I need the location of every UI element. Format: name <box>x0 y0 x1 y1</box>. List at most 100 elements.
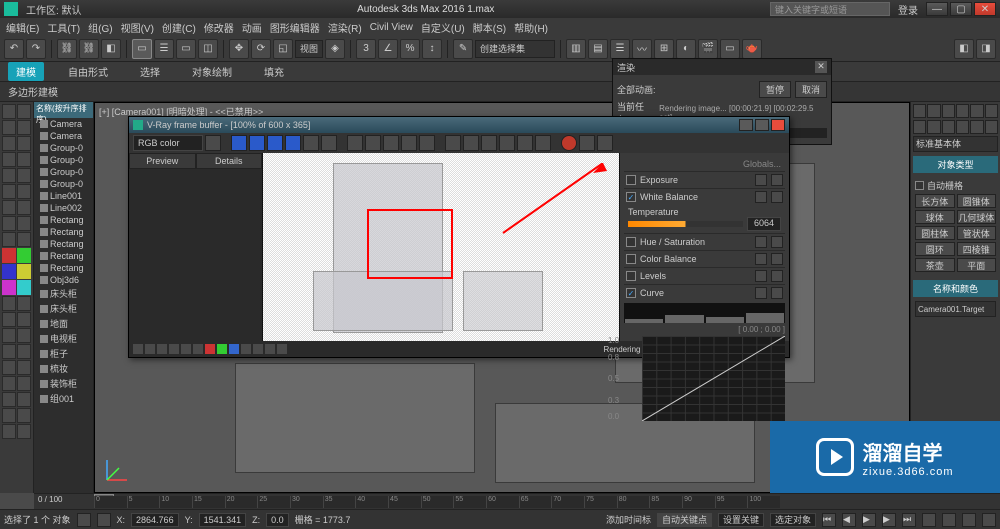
coord-x-field[interactable]: 2864.766 <box>131 513 179 527</box>
ltool-22[interactable] <box>17 312 31 327</box>
percent-snap[interactable]: % <box>400 39 420 59</box>
explorer-item[interactable]: Rectang <box>34 226 93 238</box>
snap-toggle[interactable]: 3 <box>356 39 376 59</box>
vfb-channel-dropdown[interactable]: RGB color <box>133 135 203 151</box>
cc-levels-expand-icon[interactable] <box>771 270 783 282</box>
ribbon-tab-selection[interactable]: 选择 <box>132 62 168 81</box>
named-sel-edit[interactable]: ✎ <box>453 39 473 59</box>
cc-whitebalance-checkbox[interactable] <box>626 192 636 202</box>
explorer-item[interactable]: Line002 <box>34 202 93 214</box>
ltool-6[interactable] <box>17 136 31 151</box>
scene-explorer[interactable]: 名称(按升序排序) CameraCameraGroup-0Group-0Grou… <box>34 102 94 493</box>
ltool-29[interactable] <box>2 376 16 391</box>
explorer-item[interactable]: Group-0 <box>34 166 93 178</box>
play-end-icon[interactable]: ⏭ <box>902 513 916 527</box>
ltool-8[interactable] <box>17 152 31 167</box>
ltool-15[interactable] <box>2 216 16 231</box>
vfb-clone-icon[interactable] <box>419 135 435 151</box>
ltool-12[interactable] <box>17 184 31 199</box>
ltool-17[interactable] <box>2 232 16 247</box>
ltool-10[interactable] <box>17 168 31 183</box>
ltool-27[interactable] <box>2 360 16 375</box>
vfb-region-icon[interactable] <box>463 135 479 151</box>
vfb-render-last-icon[interactable] <box>579 135 595 151</box>
cc-exposure-expand-icon[interactable] <box>771 174 783 186</box>
cc-curve-editor[interactable] <box>642 336 785 421</box>
cat-cameras[interactable] <box>956 120 969 134</box>
cc-exposure-checkbox[interactable] <box>626 175 636 185</box>
select-button[interactable]: ▭ <box>132 39 152 59</box>
menu-edit[interactable]: 编辑(E) <box>6 20 39 35</box>
explorer-item[interactable]: 装饰柜 <box>34 376 93 391</box>
ltool-32[interactable] <box>17 392 31 407</box>
render-pause-button[interactable]: 暂停 <box>759 81 791 98</box>
nav-orbit-icon[interactable] <box>962 513 976 527</box>
ltool-16[interactable] <box>17 216 31 231</box>
palette-green[interactable] <box>17 248 31 263</box>
vfb-copy-icon[interactable] <box>401 135 417 151</box>
menu-customize[interactable]: 自定义(U) <box>421 20 465 35</box>
render-dialog-close[interactable]: ✕ <box>815 61 827 73</box>
angle-snap[interactable]: ∠ <box>378 39 398 59</box>
play-next-icon[interactable]: ▶ <box>882 513 896 527</box>
explorer-header[interactable]: 名称(按升序排序) <box>34 102 93 118</box>
menu-help[interactable]: 帮助(H) <box>514 20 548 35</box>
autogrid-checkbox[interactable] <box>915 181 924 190</box>
scale-button[interactable]: ◱ <box>273 39 293 59</box>
coord-y-field[interactable]: 1541.341 <box>199 513 247 527</box>
cc-levels-checkbox[interactable] <box>626 271 636 281</box>
ribbon-tab-modeling[interactable]: 建模 <box>8 62 44 81</box>
menu-grapheditors[interactable]: 图形编辑器 <box>270 20 320 35</box>
cc-temperature-slider[interactable] <box>628 221 743 227</box>
primitive-button[interactable]: 圆锥体 <box>957 194 997 208</box>
menu-view[interactable]: 视图(V) <box>121 20 154 35</box>
menu-script[interactable]: 脚本(S) <box>473 20 506 35</box>
primitive-button[interactable]: 长方体 <box>915 194 955 208</box>
primitive-button[interactable]: 茶壶 <box>915 258 955 272</box>
vfb-sb-2[interactable] <box>145 344 155 354</box>
ltool-19[interactable] <box>2 296 16 311</box>
material-editor-button[interactable]: ◐ <box>676 39 696 59</box>
cc-huesat-reset-icon[interactable] <box>755 236 767 248</box>
explorer-item[interactable]: 地面 <box>34 316 93 331</box>
explorer-item[interactable]: Rectang <box>34 250 93 262</box>
ltool-28[interactable] <box>17 360 31 375</box>
ltool-3[interactable] <box>2 120 16 135</box>
vfb-sb-blue[interactable] <box>229 344 239 354</box>
menu-modifiers[interactable]: 修改器 <box>204 20 234 35</box>
app-frame-btn1[interactable]: ◧ <box>954 39 974 59</box>
setkey-button[interactable]: 设置关键 <box>718 513 764 527</box>
vfb-link-pdplayer-icon[interactable] <box>481 135 497 151</box>
vfb-save-icon[interactable] <box>347 135 363 151</box>
primitive-button[interactable]: 管状体 <box>957 226 997 240</box>
vfb-load-icon[interactable] <box>365 135 381 151</box>
ltool-24[interactable] <box>17 328 31 343</box>
select-name-button[interactable]: ☰ <box>154 39 174 59</box>
cc-huesat-expand-icon[interactable] <box>771 236 783 248</box>
rollout-objtype-header[interactable]: 对象类型 <box>913 156 998 173</box>
cat-geometry[interactable] <box>913 120 926 134</box>
lock-selection-icon[interactable] <box>77 513 91 527</box>
ltool-5[interactable] <box>2 136 16 151</box>
menu-civilview[interactable]: Civil View <box>370 22 413 33</box>
cc-temperature-value[interactable]: 6064 <box>747 217 781 231</box>
vfb-swap-icon[interactable] <box>205 135 221 151</box>
explorer-item[interactable]: 柜子 <box>34 346 93 361</box>
vfb-alpha-icon[interactable] <box>303 135 319 151</box>
ltool-21[interactable] <box>2 312 16 327</box>
explorer-item[interactable]: Rectang <box>34 262 93 274</box>
cat-lights[interactable] <box>942 120 955 134</box>
nav-pan-icon[interactable] <box>922 513 936 527</box>
vfb-mono-icon[interactable] <box>321 135 337 151</box>
vfb-render-view[interactable] <box>263 153 619 341</box>
vfb-history-details-tab[interactable]: Details <box>196 153 263 169</box>
vfb-sb-8[interactable] <box>253 344 263 354</box>
vfb-show-cc-icon[interactable] <box>597 135 613 151</box>
bind-button[interactable]: ◧ <box>101 39 121 59</box>
vfb-clear-icon[interactable] <box>383 135 399 151</box>
ltool-7[interactable] <box>2 152 16 167</box>
vfb-sb-7[interactable] <box>241 344 251 354</box>
curve-editor-button[interactable]: 〰 <box>632 39 652 59</box>
explorer-item[interactable]: 床头柜 <box>34 301 93 316</box>
named-sel-dropdown[interactable]: 创建选择集 <box>475 40 555 58</box>
